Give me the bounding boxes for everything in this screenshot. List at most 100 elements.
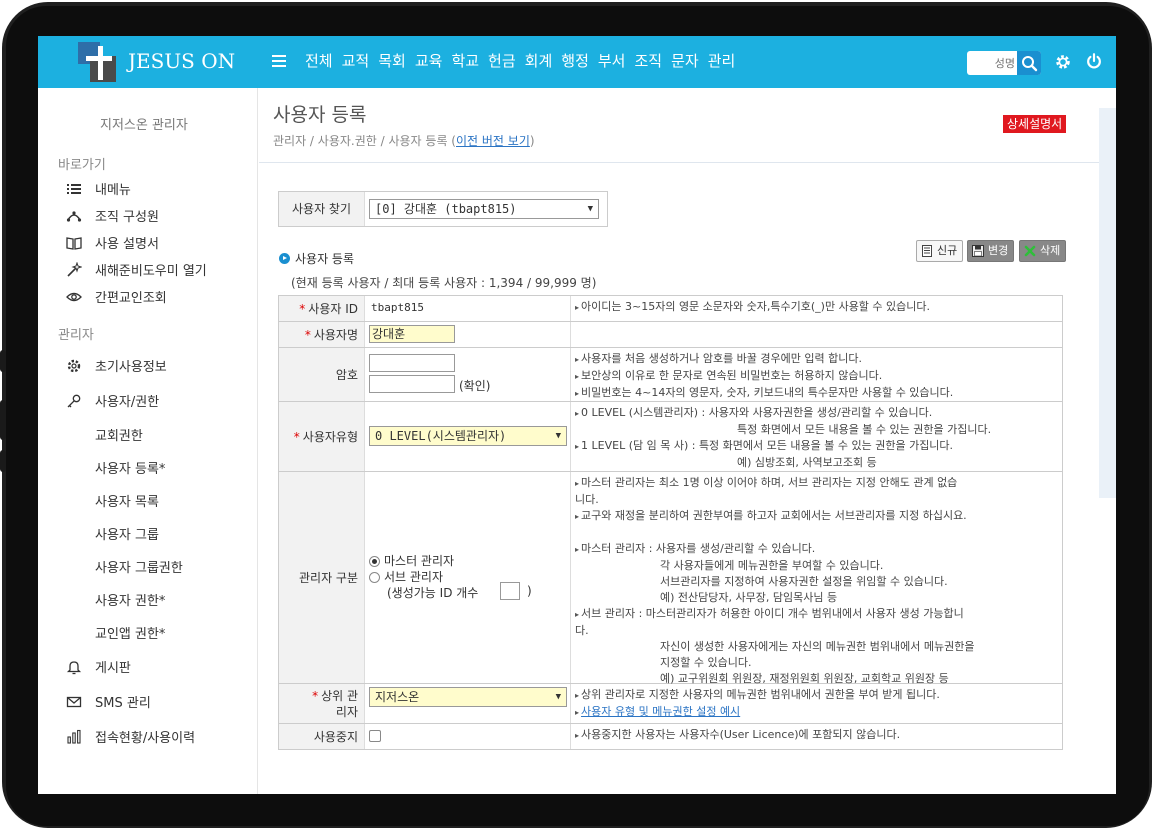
new-button[interactable]: 신규 <box>916 240 964 262</box>
user-finder: 사용자 찾기 [0] 강대훈 (tbapt815) ▼ <box>278 191 608 227</box>
nav-item[interactable]: 조직 <box>634 50 662 71</box>
sidebar-item-user-manual[interactable]: 사용 설명서 <box>66 233 159 252</box>
sidebar-section-admin: 관리자 <box>58 328 94 343</box>
book-icon <box>66 236 82 250</box>
radio-master-admin[interactable]: 마스터 관리자 <box>369 552 454 569</box>
sidebar-item-sms[interactable]: SMS 관리 <box>66 692 151 711</box>
gear-icon[interactable] <box>1054 53 1072 71</box>
sidebar-item-my-menu[interactable]: 내메뉴 <box>66 179 131 198</box>
mail-icon <box>66 696 82 707</box>
sidebar-section-shortcuts: 바로가기 <box>58 158 106 173</box>
nav-item[interactable]: 목회 <box>378 50 406 71</box>
search-icon <box>1022 56 1038 72</box>
power-icon[interactable] <box>1085 52 1103 70</box>
manual-button[interactable]: 상세설명서 <box>1003 115 1067 133</box>
nav-item[interactable]: 학교 <box>451 50 479 71</box>
id-count-input[interactable] <box>500 582 520 600</box>
search-box <box>967 51 1041 75</box>
sidebar-item-new-year-helper[interactable]: 새해준비도우미 열기 <box>66 260 207 279</box>
edit-button[interactable]: 변경 <box>967 240 1015 262</box>
sidebar-subitem-user-group-rights[interactable]: 사용자 그룹권한 <box>95 557 183 576</box>
top-bar: JESUS ON 전체 교적 목회 교육 학교 헌금 회계 행정 부서 조직 문… <box>38 36 1116 88</box>
row-user-type: *사용자유형 0 LEVEL(시스템관리자)▼ 0 LEVEL (시스템관리자)… <box>279 402 1062 472</box>
label-password: 암호 <box>279 348 365 401</box>
scrollbar[interactable] <box>1099 108 1116 498</box>
nav-item[interactable]: 회계 <box>525 50 553 71</box>
password-confirm-input[interactable] <box>369 375 455 393</box>
user-type-example-link[interactable]: 사용자 유형 및 메뉴권한 설정 예시 <box>581 705 740 718</box>
nav-item[interactable]: 문자 <box>671 50 699 71</box>
desc-suspend: 사용중지한 사용자는 사용자수(User Licence)에 포함되지 않습니다… <box>571 724 1062 749</box>
user-finder-label: 사용자 찾기 <box>279 192 365 226</box>
nav-item[interactable]: 헌금 <box>488 50 516 71</box>
user-finder-select[interactable]: [0] 강대훈 (tbapt815) ▼ <box>369 199 599 219</box>
nav-item[interactable]: 행정 <box>561 50 589 71</box>
key-icon <box>67 394 81 407</box>
sidebar-item-initial-info[interactable]: 초기사용정보 <box>66 356 167 375</box>
label-user-id: * 사용자 ID <box>279 296 365 321</box>
eye-icon <box>66 292 82 301</box>
sidebar-item-org-members[interactable]: 조직 구성원 <box>66 206 159 225</box>
desc-password: 사용자를 처음 생성하거나 암호를 바꿀 경우에만 입력 합니다. 보안상의 이… <box>571 348 1062 401</box>
password-confirm-label: (확인) <box>459 379 491 393</box>
delete-button[interactable]: 삭제 <box>1019 240 1067 262</box>
label-suspend: 사용중지 <box>279 724 365 749</box>
user-count-text: (현재 등록 사용자 / 최대 등록 사용자 : 1,394 / 99,999 … <box>291 276 597 290</box>
sidebar-item-board[interactable]: 게시판 <box>66 657 131 676</box>
desc-admin-type: 마스터 관리자는 최소 1명 이상 이어야 하며, 서브 관리자는 지정 안해도… <box>571 472 1062 685</box>
registration-heading: 사용자 등록 <box>279 250 354 267</box>
breadcrumb: 관리자 / 사용자.권한 / 사용자 등록 (이전 버전 보기) <box>273 134 535 148</box>
label-admin-type: 관리자 구분 <box>279 472 365 683</box>
password-input[interactable] <box>369 354 455 372</box>
radio-button[interactable] <box>369 556 380 567</box>
sidebar-subitem-member-app-rights[interactable]: 교인앱 권한* <box>95 623 165 642</box>
delete-x-icon <box>1024 245 1036 257</box>
sidebar: 지저스온 관리자 바로가기 내메뉴 조직 구성원 사용 설명서 새해준비도우미 … <box>38 88 258 794</box>
sidebar-subitem-user-group[interactable]: 사용자 그룹 <box>95 524 159 543</box>
dropdown-arrow-icon: ▼ <box>587 204 593 214</box>
row-user-id: *사용자 ID tbapt815 아이디는 3~15자의 영문 소문자와 숫자,… <box>279 296 1062 322</box>
bell-icon <box>66 660 82 674</box>
row-parent-admin: *상위 관리자 지저스온▼ 상위 관리자로 지정한 사용자의 메뉴권한 범위내에… <box>279 684 1062 724</box>
desc-user-type: 0 LEVEL (시스템관리자) : 사용자와 사용자권한을 생성/관리할 수 … <box>571 402 1062 471</box>
nav-item[interactable]: 교육 <box>415 50 443 71</box>
search-input[interactable] <box>969 53 1015 73</box>
sidebar-subitem-user-list[interactable]: 사용자 목록 <box>95 491 159 510</box>
radio-button[interactable] <box>369 572 380 583</box>
save-icon <box>972 245 984 257</box>
sidebar-item-user-rights[interactable]: 사용자/권한 <box>66 391 159 410</box>
radio-sub-admin[interactable]: 서브 관리자 <box>369 568 443 585</box>
new-doc-icon <box>922 245 932 257</box>
bullet-arrow-icon <box>279 253 290 264</box>
nav-item[interactable]: 관리 <box>708 50 736 71</box>
nav-item[interactable]: 교적 <box>342 50 370 71</box>
label-user-type: * 사용자유형 <box>279 402 365 471</box>
user-type-select[interactable]: 0 LEVEL(시스템관리자) ▼ <box>369 426 567 446</box>
sidebar-subitem-church-rights[interactable]: 교회권한 <box>95 425 143 444</box>
desc-user-id: 아이디는 3~15자의 영문 소문자와 숫자,특수기호(_)만 사용할 수 있습… <box>571 296 1062 321</box>
tablet-side-button <box>0 350 6 372</box>
sidebar-item-access-history[interactable]: 접속현황/사용이력 <box>66 727 195 746</box>
hamburger-menu-icon[interactable] <box>272 55 286 67</box>
search-button[interactable] <box>1017 51 1041 75</box>
nav-item[interactable]: 전체 <box>305 50 333 71</box>
parent-admin-select[interactable]: 지저스온 ▼ <box>369 687 567 707</box>
sidebar-item-quick-member-search[interactable]: 간편교인조회 <box>66 287 167 306</box>
row-suspend: 사용중지 사용중지한 사용자는 사용자수(User Licence)에 포함되지… <box>279 724 1062 750</box>
sidebar-subitem-user-register[interactable]: 사용자 등록* <box>95 458 165 477</box>
sidebar-title: 지저스온 관리자 <box>100 118 188 133</box>
user-id-value: tbapt815 <box>371 301 424 314</box>
sidebar-subitem-user-rights[interactable]: 사용자 권한* <box>95 590 165 609</box>
user-name-input[interactable]: 강대훈 <box>369 325 455 343</box>
logo-icon[interactable] <box>78 42 120 82</box>
page-title: 사용자 등록 <box>273 104 367 126</box>
user-form: *사용자 ID tbapt815 아이디는 3~15자의 영문 소문자와 숫자,… <box>278 295 1063 750</box>
tablet-side-button <box>0 400 6 440</box>
nav-item[interactable]: 부서 <box>598 50 626 71</box>
prev-version-link[interactable]: 이전 버전 보기 <box>456 134 530 148</box>
id-count-close: ) <box>527 584 532 598</box>
suspend-checkbox[interactable] <box>369 730 381 742</box>
list-icon <box>67 183 81 194</box>
brand-name[interactable]: JESUS ON <box>128 49 235 73</box>
label-parent-admin: * 상위 관리자 <box>279 684 365 723</box>
